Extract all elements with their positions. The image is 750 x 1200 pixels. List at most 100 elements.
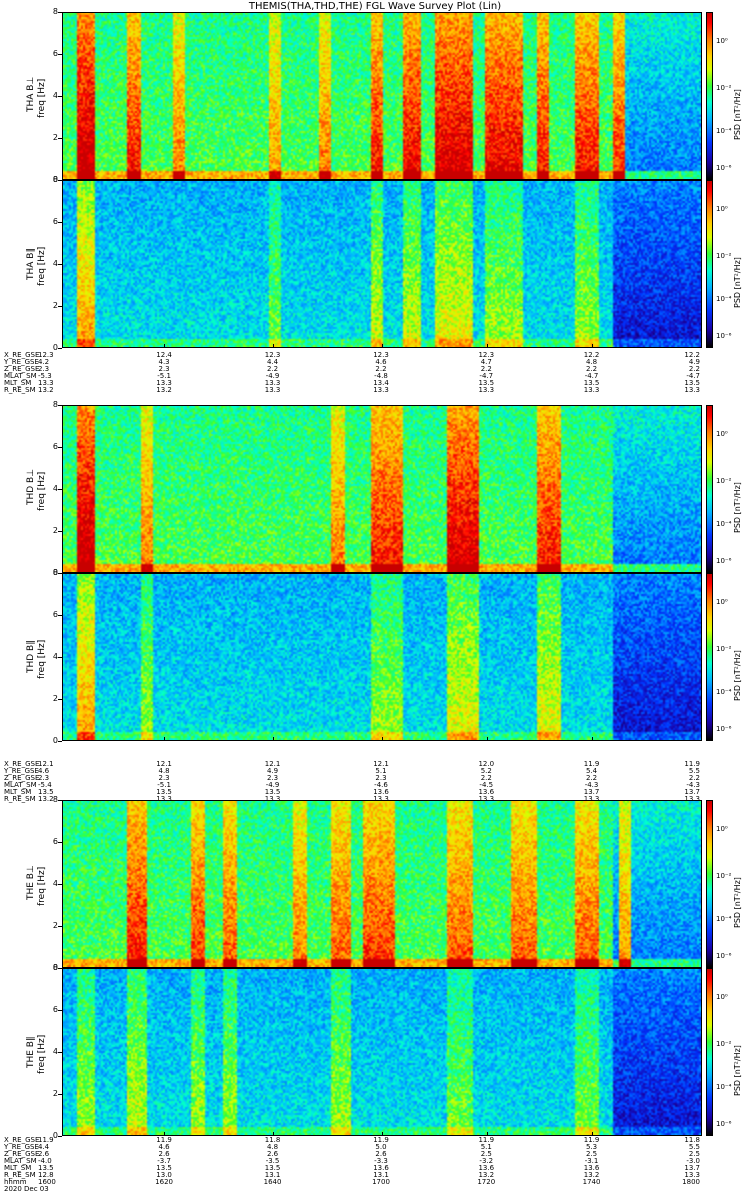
colorbar-tick: 10⁻⁴ bbox=[716, 688, 732, 697]
panel-label: THE B⊥ bbox=[26, 865, 36, 900]
colorbar-tick: 10⁰ bbox=[716, 36, 728, 45]
x-tick-mark bbox=[701, 1132, 702, 1136]
x-tick-mark bbox=[486, 737, 488, 741]
y-tick-label: 6 bbox=[52, 49, 58, 58]
y-tick-mark bbox=[58, 699, 62, 700]
panel-label: THD B∥ bbox=[26, 640, 36, 673]
ephemeris-value: 13.2 bbox=[156, 386, 172, 394]
colorbar-tick: 10⁻⁴ bbox=[716, 1083, 732, 1092]
y-tick-mark bbox=[58, 489, 62, 490]
colorbar-tick: 10⁻² bbox=[716, 644, 732, 653]
spectrogram-heatmap bbox=[63, 13, 701, 179]
y-tick-mark bbox=[58, 741, 62, 742]
ephemeris-block: X_RE_GSE 12.3 12.4 12.3 12.3 12.3 12.2 12.2 Y_RE… bbox=[4, 352, 750, 394]
colorbar-tick: 10⁰ bbox=[716, 992, 728, 1001]
ephemeris-value: 1740 bbox=[582, 1178, 601, 1186]
ephemeris-value: 13.3 bbox=[373, 386, 389, 394]
colorbar-label: PSD [nT²/Hz] bbox=[733, 650, 742, 701]
y-tick-label: 6 bbox=[52, 837, 58, 846]
y-tick-mark bbox=[58, 348, 62, 349]
x-tick-mark bbox=[164, 344, 166, 348]
y-tick-label: 6 bbox=[52, 217, 58, 226]
ephemeris-label: R_RE_SM bbox=[4, 386, 36, 394]
freq-axis-label: freq [Hz] bbox=[37, 1034, 47, 1074]
colorbar-tick: 10⁻² bbox=[716, 476, 732, 485]
x-tick-mark bbox=[62, 344, 63, 348]
y-tick-label: 0 bbox=[52, 736, 58, 745]
y-tick-label: 8 bbox=[52, 7, 58, 16]
colorbar-label: PSD [nT²/Hz] bbox=[733, 877, 742, 928]
y-tick-mark bbox=[58, 884, 62, 885]
ephemeris-value: 1720 bbox=[477, 1178, 496, 1186]
ephemeris-value: 13.3 bbox=[684, 795, 700, 803]
ephemeris-value: 13.3 bbox=[373, 795, 389, 803]
ephemeris-value: 1700 bbox=[372, 1178, 390, 1186]
y-tick-mark bbox=[58, 1010, 62, 1011]
freq-axis-label: freq [Hz] bbox=[37, 78, 47, 118]
ephemeris-row: R_RE_SM 13.2 13.2 13.3 13.3 13.3 13.3 13.3 bbox=[4, 387, 750, 394]
colorbar-tick: 10⁻² bbox=[716, 871, 732, 880]
colorbar bbox=[706, 180, 713, 348]
y-tick-mark bbox=[58, 264, 62, 265]
colorbar bbox=[706, 968, 713, 1136]
y-tick-mark bbox=[58, 306, 62, 307]
ephemeris-value: 1640 bbox=[263, 1178, 282, 1186]
x-tick-mark bbox=[62, 737, 63, 741]
freq-axis-label: freq [Hz] bbox=[37, 866, 47, 906]
spectrogram-heatmap bbox=[63, 406, 701, 572]
ephemeris-value: 13.3 bbox=[684, 386, 700, 394]
y-tick-mark bbox=[58, 12, 62, 13]
y-tick-label: 6 bbox=[52, 1005, 58, 1014]
y-tick-mark bbox=[58, 531, 62, 532]
y-tick-mark bbox=[58, 926, 62, 927]
y-tick-label: 2 bbox=[52, 133, 58, 142]
y-tick-mark bbox=[58, 1094, 62, 1095]
colorbar bbox=[706, 800, 713, 968]
colorbar-tick: 10⁻⁶ bbox=[716, 557, 732, 566]
colorbar bbox=[706, 405, 713, 573]
spectrogram-panel bbox=[62, 12, 702, 180]
y-tick-label: 6 bbox=[52, 610, 58, 619]
colorbar-tick: 10⁻⁶ bbox=[716, 725, 732, 734]
y-tick-label: 2 bbox=[52, 694, 58, 703]
x-tick-mark bbox=[381, 344, 383, 348]
y-tick-label: 8 bbox=[52, 568, 58, 577]
y-tick-label: 4 bbox=[52, 484, 58, 493]
y-tick-mark bbox=[58, 615, 62, 616]
y-tick-label: 6 bbox=[52, 442, 58, 451]
spectrogram-panel bbox=[62, 800, 702, 968]
y-tick-mark bbox=[58, 138, 62, 139]
spectrogram-heatmap bbox=[63, 181, 701, 347]
colorbar-tick: 10⁻² bbox=[716, 1039, 732, 1048]
y-tick-mark bbox=[58, 968, 62, 969]
colorbar-label: PSD [nT²/Hz] bbox=[733, 482, 742, 533]
ephemeris-value: 13.3 bbox=[583, 386, 600, 394]
colorbar-tick: 10⁰ bbox=[716, 204, 728, 213]
ephemeris-value: 13.3 bbox=[478, 795, 495, 803]
spectrogram-heatmap bbox=[63, 969, 701, 1135]
y-tick-label: 4 bbox=[52, 652, 58, 661]
spectrogram-panel bbox=[62, 968, 702, 1136]
y-tick-mark bbox=[58, 96, 62, 97]
ephemeris-label: R_RE_SM bbox=[4, 795, 36, 803]
x-tick-mark bbox=[272, 737, 274, 741]
freq-axis-label: freq [Hz] bbox=[37, 639, 47, 679]
x-tick-mark bbox=[701, 737, 702, 741]
ephemeris-value: 1620 bbox=[155, 1178, 173, 1186]
colorbar-tick: 10⁻⁶ bbox=[716, 164, 732, 173]
x-tick-mark bbox=[701, 344, 702, 348]
ephemeris-row: hhmm 1600 1620 1640 1700 1720 1740 1800 bbox=[4, 1179, 750, 1186]
spectrogram-heatmap bbox=[63, 574, 701, 740]
x-tick-mark bbox=[592, 737, 594, 741]
x-tick-mark bbox=[164, 737, 166, 741]
y-tick-mark bbox=[58, 657, 62, 658]
ephemeris-value: 13.2 bbox=[38, 386, 54, 394]
date-label: 2020 Dec 03 bbox=[4, 1186, 750, 1193]
colorbar-tick: 10⁰ bbox=[716, 597, 728, 606]
ephemeris-block: X_RE_GSE 12.1 12.1 12.1 12.1 12.0 11.9 11.9 Y_RE… bbox=[4, 761, 750, 803]
y-tick-mark bbox=[58, 222, 62, 223]
colorbar bbox=[706, 573, 713, 741]
ephemeris-value: 13.3 bbox=[264, 386, 281, 394]
date-text: 2020 Dec 03 bbox=[4, 1185, 49, 1193]
y-tick-mark bbox=[58, 405, 62, 406]
